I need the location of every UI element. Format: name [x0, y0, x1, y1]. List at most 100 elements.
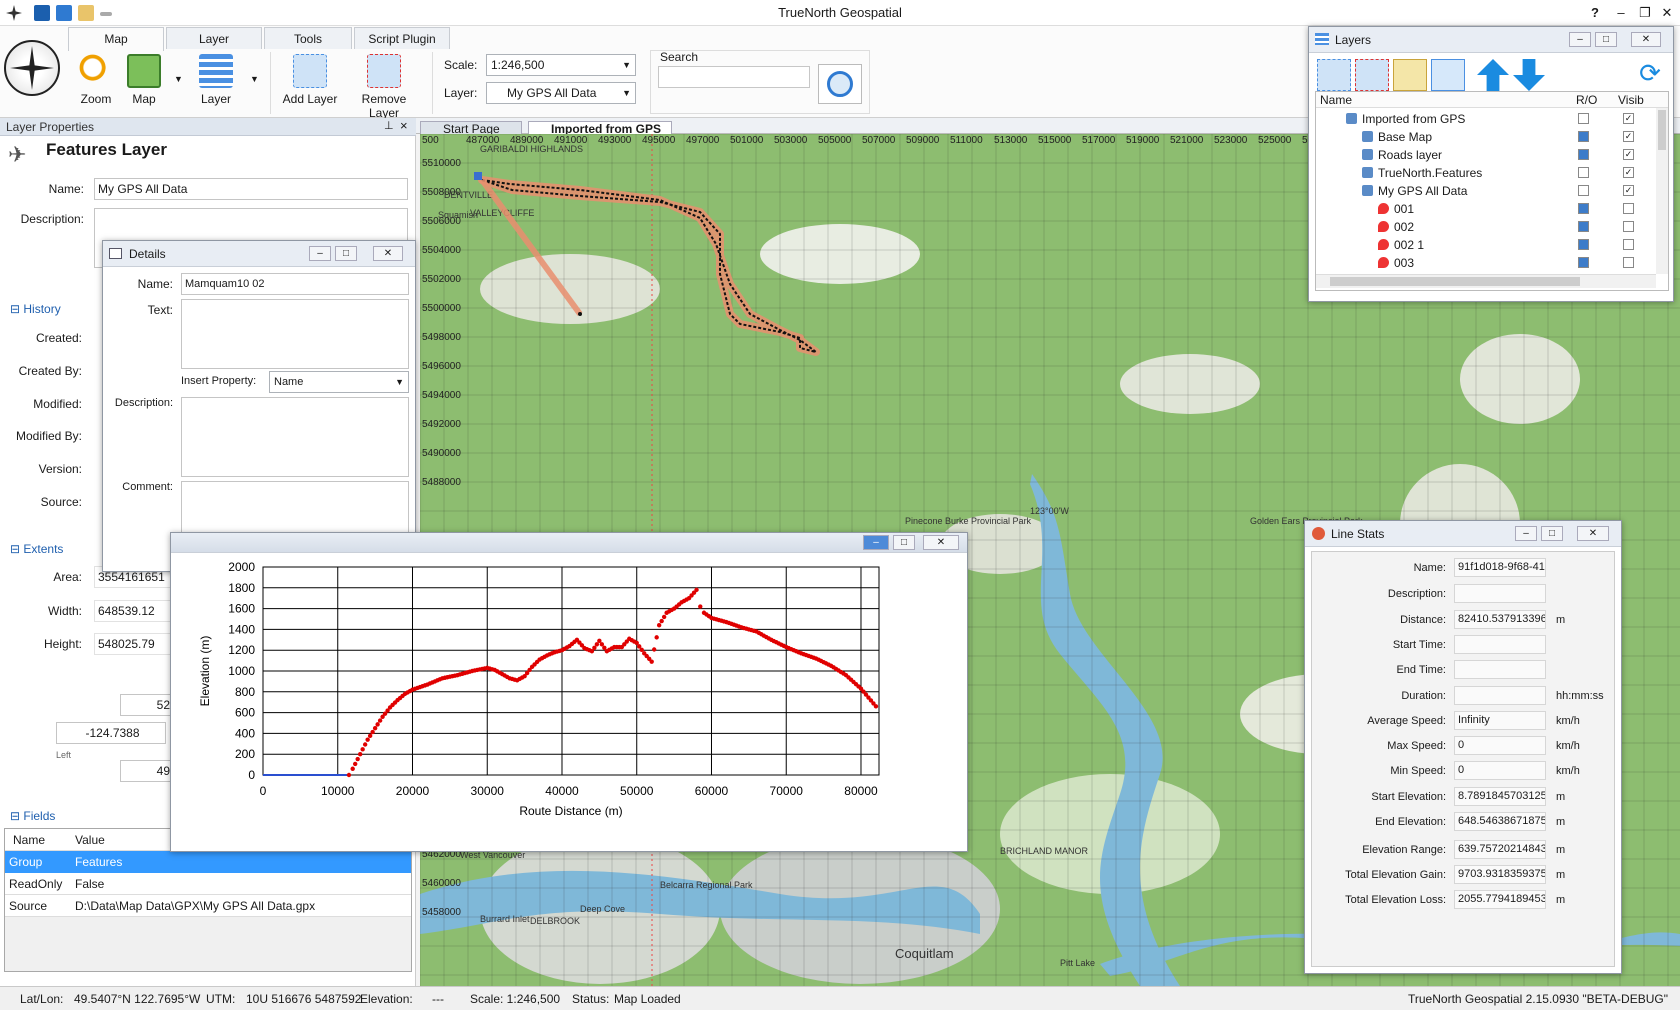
line-stats-minimize-button[interactable]: –	[1515, 526, 1537, 541]
panel-close-icon[interactable]: ×	[400, 118, 408, 133]
visible-checkbox[interactable]	[1623, 239, 1634, 250]
layer-tree-item[interactable]: 003	[1316, 254, 1656, 272]
zoom-button[interactable]: Zoom	[74, 54, 118, 106]
stat-value[interactable]: 9703.93183593750	[1454, 865, 1546, 884]
insert-property-combo[interactable]: Name ▼	[269, 371, 409, 393]
help-icon[interactable]: ?	[1584, 4, 1606, 22]
details-text-field[interactable]	[181, 299, 409, 369]
elevation-close-button[interactable]: ✕	[923, 535, 959, 550]
stat-value[interactable]: 0	[1454, 736, 1546, 755]
tab-layer[interactable]: Layer	[166, 27, 262, 49]
layer-combo[interactable]: My GPS All Data ▼	[486, 82, 636, 104]
visible-checkbox[interactable]: ✓	[1623, 131, 1634, 142]
name-field[interactable]: My GPS All Data	[94, 178, 408, 200]
layer-tree-item[interactable]: 002	[1316, 218, 1656, 236]
layers-edit-icon[interactable]	[1393, 59, 1427, 91]
elevation-titlebar[interactable]: – □ ✕	[171, 533, 967, 553]
readonly-checkbox[interactable]	[1578, 131, 1589, 142]
history-section-toggle[interactable]: ⊟ History	[10, 302, 61, 316]
line-stats-maximize-button[interactable]: □	[1541, 526, 1563, 541]
layer-dropdown-icon[interactable]: ▼	[250, 74, 259, 84]
extents-section-toggle[interactable]: ⊟ Extents	[10, 542, 63, 556]
layers-minimize-button[interactable]: –	[1569, 32, 1591, 47]
visible-checkbox[interactable]	[1623, 257, 1634, 268]
col-readonly[interactable]: R/O	[1576, 93, 1597, 107]
line-stats-titlebar[interactable]: Line Stats – □ ✕	[1305, 521, 1621, 547]
visible-checkbox[interactable]: ✓	[1623, 185, 1634, 196]
tab-tools[interactable]: Tools	[264, 27, 352, 49]
layer-tree-item[interactable]: Base Map ✓	[1316, 128, 1656, 146]
stat-value[interactable]: 8.7891845703125	[1454, 787, 1546, 806]
remove-layer-button[interactable]: Remove Layer	[346, 54, 422, 120]
layers-extent-icon[interactable]	[1431, 59, 1465, 91]
details-name-field[interactable]: Mamquam10 02	[181, 273, 409, 295]
elevation-maximize-button[interactable]: □	[893, 535, 915, 550]
layer-button[interactable]: Layer	[194, 54, 238, 106]
stat-value[interactable]: 0	[1454, 761, 1546, 780]
stat-value[interactable]: 82410.5379133969	[1454, 610, 1546, 629]
readonly-checkbox[interactable]	[1578, 221, 1589, 232]
add-layer-button[interactable]: Add Layer	[282, 54, 338, 106]
tab-script-plugin[interactable]: Script Plugin	[354, 27, 450, 49]
visible-checkbox[interactable]: ✓	[1623, 167, 1634, 178]
table-row[interactable]: ReadOnly False	[5, 873, 411, 895]
layer-tree-item[interactable]: My GPS All Data ✓	[1316, 182, 1656, 200]
stat-value[interactable]	[1454, 635, 1546, 654]
close-button[interactable]: ✕	[1656, 4, 1678, 22]
col-name[interactable]: Name	[1320, 93, 1352, 107]
details-titlebar[interactable]: Details – □ ✕	[103, 241, 415, 267]
layers-horizontal-scrollbar[interactable]	[1316, 274, 1656, 288]
details-minimize-button[interactable]: –	[309, 246, 331, 261]
restore-button[interactable]: ❐	[1634, 4, 1656, 22]
line-stats-close-button[interactable]: ✕	[1577, 526, 1609, 541]
readonly-checkbox[interactable]	[1578, 167, 1589, 178]
layer-tree-item[interactable]: TrueNorth.Features ✓	[1316, 164, 1656, 182]
layers-maximize-button[interactable]: □	[1595, 32, 1617, 47]
move-up-icon[interactable]	[1477, 59, 1509, 91]
layer-tree-item[interactable]: 001	[1316, 200, 1656, 218]
minimize-button[interactable]: –	[1610, 4, 1632, 22]
col-visible[interactable]: Visib	[1618, 93, 1644, 107]
visible-checkbox[interactable]	[1623, 221, 1634, 232]
details-close-button[interactable]: ✕	[373, 246, 403, 261]
stat-value[interactable]: 639.757202148437	[1454, 840, 1546, 859]
move-down-icon[interactable]	[1513, 59, 1545, 91]
search-input[interactable]	[658, 66, 810, 88]
col-name[interactable]: Name	[13, 833, 45, 847]
stat-value[interactable]: 648.54638671875	[1454, 812, 1546, 831]
layers-vertical-scrollbar[interactable]	[1656, 108, 1668, 274]
readonly-checkbox[interactable]	[1578, 185, 1589, 196]
layer-tree-item[interactable]: Imported from GPS ✓	[1316, 110, 1656, 128]
elevation-minimize-button[interactable]: –	[863, 535, 889, 550]
layers-close-button[interactable]: ✕	[1631, 32, 1661, 47]
stat-value[interactable]: 2055.77941894531	[1454, 890, 1546, 909]
pin-icon[interactable]: ⊥	[384, 119, 394, 132]
readonly-checkbox[interactable]	[1578, 257, 1589, 268]
details-description-field[interactable]	[181, 397, 409, 477]
visible-checkbox[interactable]: ✓	[1623, 113, 1634, 124]
layers-add-icon[interactable]	[1317, 59, 1351, 91]
stat-value[interactable]	[1454, 686, 1546, 705]
layers-remove-icon[interactable]	[1355, 59, 1389, 91]
visible-checkbox[interactable]: ✓	[1623, 149, 1634, 160]
stat-value[interactable]: Infinity	[1454, 711, 1546, 730]
stat-value[interactable]	[1454, 660, 1546, 679]
refresh-icon[interactable]: ⟳	[1635, 57, 1665, 89]
stat-value[interactable]	[1454, 584, 1546, 603]
search-button[interactable]	[818, 64, 862, 104]
map-button[interactable]: Map	[124, 54, 164, 106]
readonly-checkbox[interactable]	[1578, 203, 1589, 214]
table-row[interactable]: Group Features	[5, 851, 411, 873]
readonly-checkbox[interactable]	[1578, 113, 1589, 124]
visible-checkbox[interactable]	[1623, 203, 1634, 214]
scale-combo[interactable]: 1:246,500 ▼	[486, 54, 636, 76]
table-row[interactable]: Source D:\Data\Map Data\GPX\My GPS All D…	[5, 895, 411, 917]
col-value[interactable]: Value	[75, 833, 105, 847]
fields-section-toggle[interactable]: ⊟ Fields	[10, 809, 55, 823]
readonly-checkbox[interactable]	[1578, 239, 1589, 250]
details-maximize-button[interactable]: □	[335, 246, 357, 261]
layer-tree-item[interactable]: Roads layer ✓	[1316, 146, 1656, 164]
stat-value[interactable]: 91f1d018-9f68-41fe	[1454, 558, 1546, 577]
map-dropdown-icon[interactable]: ▼	[174, 74, 183, 84]
readonly-checkbox[interactable]	[1578, 149, 1589, 160]
